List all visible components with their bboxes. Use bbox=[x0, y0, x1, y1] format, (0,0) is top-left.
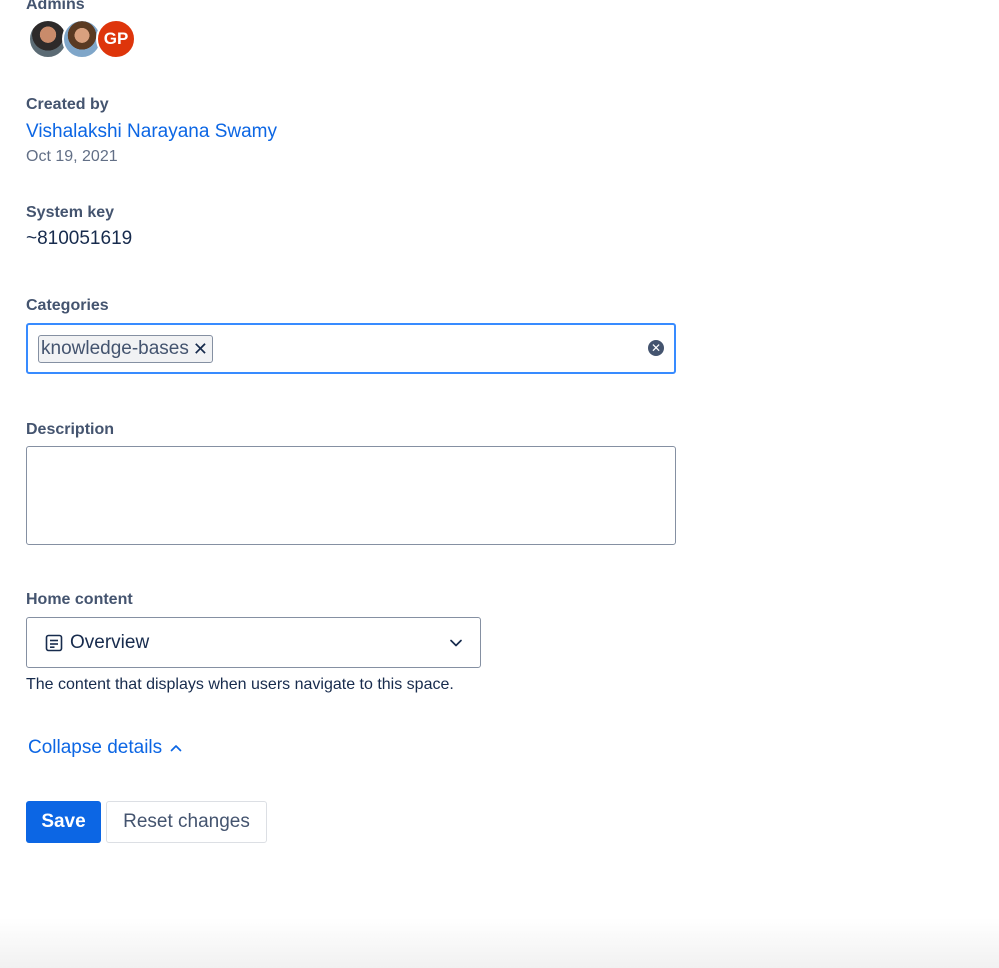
system-key-label: System key bbox=[26, 204, 115, 221]
chevron-up-icon bbox=[170, 745, 182, 752]
save-button[interactable]: Save bbox=[26, 801, 101, 843]
chevron-down-icon bbox=[450, 639, 462, 647]
avatar-initials: GP bbox=[103, 29, 129, 48]
avatar[interactable]: GP bbox=[96, 19, 136, 59]
created-by-label: Created by bbox=[26, 96, 109, 113]
description-label: Description bbox=[26, 421, 115, 438]
clear-circle-icon[interactable]: ✕ bbox=[648, 340, 664, 356]
admins-avatar-group: GP bbox=[28, 19, 136, 61]
category-tag-label: knowledge-bases bbox=[41, 338, 189, 359]
collapse-details-label: Collapse details bbox=[28, 737, 163, 758]
page-icon bbox=[45, 634, 63, 651]
home-content-helper-text: The content that displays when users nav… bbox=[26, 676, 454, 693]
reset-changes-button[interactable]: Reset changes bbox=[106, 801, 267, 843]
system-key-value: ~810051619 bbox=[26, 228, 133, 249]
home-content-select[interactable]: Overview bbox=[26, 617, 481, 668]
categories-input[interactable]: knowledge-bases ✕ ✕ bbox=[26, 323, 676, 374]
created-date: Oct 19, 2021 bbox=[26, 148, 118, 165]
creator-name-link[interactable]: Vishalakshi Narayana Swamy bbox=[26, 121, 277, 143]
home-content-selected-value: Overview bbox=[70, 631, 150, 653]
collapse-details-link[interactable]: Collapse details bbox=[28, 737, 183, 759]
categories-label: Categories bbox=[26, 297, 109, 314]
admins-label: Admins bbox=[26, 0, 85, 13]
close-icon[interactable]: ✕ bbox=[193, 339, 208, 360]
description-textarea[interactable] bbox=[26, 446, 676, 545]
category-tag: knowledge-bases ✕ bbox=[38, 335, 213, 363]
home-content-label: Home content bbox=[26, 591, 133, 608]
page-bottom-shade bbox=[0, 918, 999, 968]
